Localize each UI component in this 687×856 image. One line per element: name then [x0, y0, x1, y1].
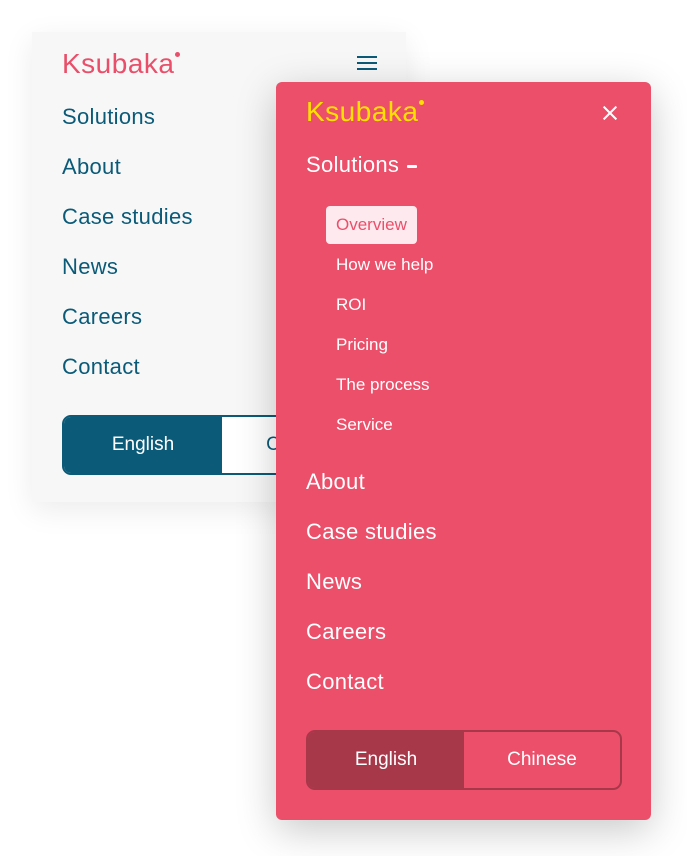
nav-item-news[interactable]: News — [306, 567, 437, 617]
nav-item-contact[interactable]: Contact — [306, 667, 437, 717]
nav-item-careers[interactable]: Careers — [306, 617, 437, 667]
main-nav: About Case studies News Careers Contact — [306, 467, 437, 717]
nav-item-careers[interactable]: Careers — [62, 302, 193, 352]
expanded-menu-panel: Ksubaka Solutions Overview How we help R… — [276, 82, 651, 820]
nav-item-solutions[interactable]: Solutions — [306, 152, 418, 178]
language-switch: English Chinese — [306, 730, 622, 790]
language-english-button[interactable]: English — [64, 417, 222, 473]
nav-item-case-studies[interactable]: Case studies — [62, 202, 193, 252]
submenu-label: Overview — [326, 206, 417, 244]
nav-item-news[interactable]: News — [62, 252, 193, 302]
logo-text: Ksubaka — [306, 96, 419, 127]
submenu-label: Service — [336, 415, 393, 434]
submenu-item-roi[interactable]: ROI — [326, 285, 443, 325]
submenu-item-pricing[interactable]: Pricing — [326, 325, 443, 365]
language-chinese-button[interactable]: Chinese — [464, 732, 620, 788]
nav-item-about[interactable]: About — [306, 467, 437, 517]
minus-icon — [407, 164, 418, 168]
logo[interactable]: Ksubaka — [62, 48, 181, 80]
logo-dot — [175, 52, 181, 57]
submenu-label: The process — [336, 375, 430, 394]
logo-text: Ksubaka — [62, 48, 175, 79]
solutions-label: Solutions — [306, 152, 400, 177]
nav-item-case-studies[interactable]: Case studies — [306, 517, 437, 567]
nav-item-about[interactable]: About — [62, 152, 193, 202]
submenu-item-service[interactable]: Service — [326, 405, 443, 445]
logo-dot — [419, 100, 425, 105]
nav-item-contact[interactable]: Contact — [62, 352, 193, 402]
submenu-item-overview[interactable]: Overview — [326, 205, 443, 245]
submenu-label: How we help — [336, 255, 434, 274]
nav-item-solutions[interactable]: Solutions — [62, 102, 193, 152]
language-english-button[interactable]: English — [308, 732, 464, 788]
submenu-label: Pricing — [336, 335, 388, 354]
submenu-item-how-we-help[interactable]: How we help — [326, 245, 443, 285]
main-nav: Solutions About Case studies News Career… — [62, 102, 193, 402]
close-icon[interactable] — [600, 102, 622, 124]
solutions-submenu: Overview How we help ROI Pricing The pro… — [326, 205, 443, 445]
submenu-label: ROI — [336, 295, 367, 314]
hamburger-icon[interactable] — [357, 55, 377, 71]
submenu-item-the-process[interactable]: The process — [326, 365, 443, 405]
logo[interactable]: Ksubaka — [306, 96, 425, 128]
